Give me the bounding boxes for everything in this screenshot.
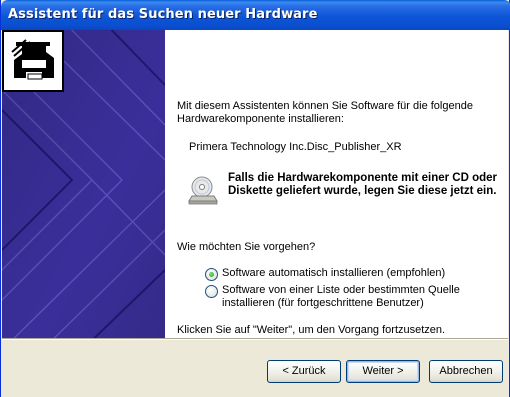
title-bar[interactable]: Assistent für das Suchen neuer Hardware xyxy=(1,0,510,30)
window-title: Assistent für das Suchen neuer Hardware xyxy=(8,7,318,22)
continue-hint: Klicken Sie auf "Weiter", um den Vorgang… xyxy=(177,324,446,336)
hardware-card-icon xyxy=(2,30,64,92)
intro-text: Mit diesem Assistenten können Sie Softwa… xyxy=(177,100,473,125)
option-auto-install[interactable]: Software automatisch installieren (empfo… xyxy=(205,267,492,281)
radio-auto-install[interactable] xyxy=(205,268,218,281)
cancel-button[interactable]: Abbrechen xyxy=(429,360,503,383)
hardware-wizard-window: Assistent für das Suchen neuer Hardware xyxy=(0,0,510,397)
option-manual-install[interactable]: Software von einer Liste oder bestimmten… xyxy=(205,284,487,310)
device-name: Primera Technology Inc.Disc_Publisher_XR xyxy=(189,141,402,153)
question-label: Wie möchten Sie vorgehen? xyxy=(177,241,316,253)
back-button[interactable]: < Zurück xyxy=(267,360,341,383)
wizard-content: Mit diesem Assistenten können Sie Softwa… xyxy=(2,30,508,338)
option-manual-install-label[interactable]: Software von einer Liste oder bestimmten… xyxy=(222,284,487,310)
radio-manual-install[interactable] xyxy=(205,285,218,298)
cd-insert-note: Falls die Hardwarekomponente mit einer C… xyxy=(228,172,498,197)
wizard-banner xyxy=(2,30,165,338)
option-auto-install-label[interactable]: Software automatisch installieren (empfo… xyxy=(222,267,492,280)
next-button[interactable]: Weiter > xyxy=(346,360,420,383)
cd-drive-icon xyxy=(188,176,218,205)
button-area-divider xyxy=(2,338,508,340)
